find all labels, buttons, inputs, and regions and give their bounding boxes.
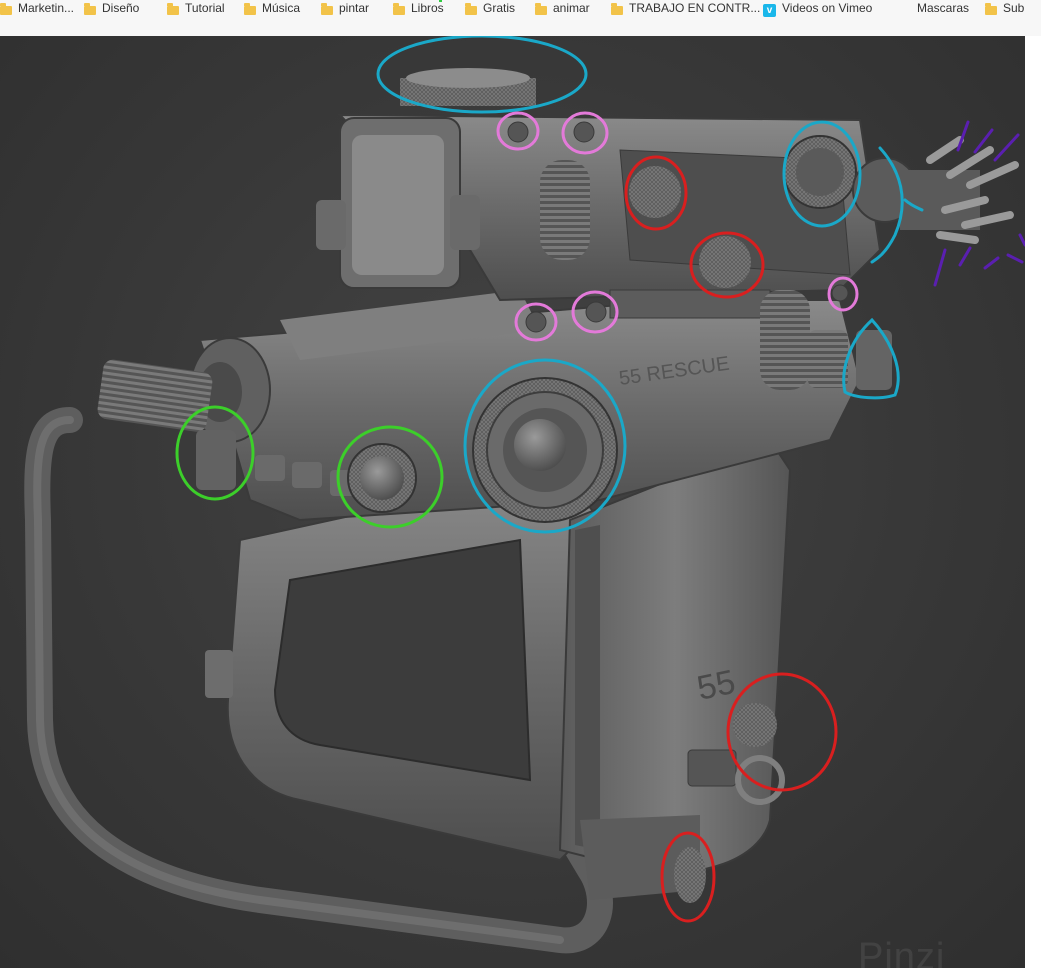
grip-number: 55 xyxy=(694,663,739,708)
bookmark-label: animar xyxy=(553,1,590,15)
folder-icon xyxy=(244,2,256,15)
folder-icon xyxy=(535,2,547,15)
folder-icon xyxy=(321,2,333,15)
bookmark-label: pintar xyxy=(339,1,370,15)
screw xyxy=(525,311,547,333)
stock-clip xyxy=(205,650,233,698)
bookmark-label: Libros xyxy=(411,1,444,15)
pistol-grip: 55 xyxy=(558,438,792,903)
bookmark-mascaras[interactable]: Mascaras xyxy=(917,0,969,20)
grip-knob-lower xyxy=(674,847,706,903)
screw xyxy=(585,301,607,323)
bookmark-pintar[interactable]: pintar xyxy=(321,0,369,20)
bookmark-libros[interactable]: Libros xyxy=(393,0,444,20)
bookmark-gratis[interactable]: Gratis xyxy=(465,0,515,20)
page-edge xyxy=(1025,36,1041,968)
bookmark-animar[interactable]: animar xyxy=(535,0,590,20)
bookmark-musica[interactable]: Música xyxy=(244,0,300,20)
bookmark-label: Videos on Vimeo xyxy=(782,1,873,15)
folder-icon xyxy=(167,2,179,15)
bookmark-diseno[interactable]: Diseño xyxy=(84,0,139,20)
grip-plate xyxy=(687,749,737,787)
screw xyxy=(831,284,849,302)
screw xyxy=(573,121,595,143)
bookmark-trabajo[interactable]: TRABAJO EN CONTR... xyxy=(611,0,760,20)
folder-icon xyxy=(985,2,997,15)
folder-icon xyxy=(611,2,623,15)
watermark: Pinzi xyxy=(858,936,946,968)
scope-knob-upper xyxy=(629,166,681,218)
bookmark-label: TRABAJO EN CONTR... xyxy=(629,1,761,15)
bookmark-label: Gratis xyxy=(483,1,516,15)
grip-knob-upper xyxy=(733,703,777,747)
bookmark-label: Tutorial xyxy=(185,1,225,15)
screw xyxy=(507,121,529,143)
vimeo-icon: v xyxy=(763,3,776,17)
folder-icon xyxy=(0,2,12,15)
folder-icon xyxy=(84,2,96,15)
bookmark-label: Diseño xyxy=(102,1,140,15)
bookmark-label: Sub xyxy=(1003,1,1025,15)
scope-screen xyxy=(352,135,444,275)
bookmarks-bar: Marketin... Diseño Tutorial Música pinta… xyxy=(0,0,1041,37)
scope-knob-lower xyxy=(699,236,751,288)
bookmark-sub[interactable]: Sub xyxy=(985,0,1024,20)
bookmark-label: Marketin... xyxy=(18,1,75,15)
folder-icon xyxy=(465,2,477,15)
gun-render: 55 55 RESCUE xyxy=(24,36,1025,954)
bookmark-label: Mascaras xyxy=(917,1,970,15)
status-dot xyxy=(439,0,442,2)
bookmark-marketing[interactable]: Marketin... xyxy=(0,0,74,20)
bookmark-tutorial[interactable]: Tutorial xyxy=(167,0,225,20)
bookmark-vimeo[interactable]: v Videos on Vimeo xyxy=(763,0,872,20)
side-dial xyxy=(472,377,618,523)
folder-icon xyxy=(393,2,405,15)
bookmark-label: Música xyxy=(262,1,301,15)
scope-grille xyxy=(540,160,590,260)
render-viewport: 55 55 RESCUE Pinzi xyxy=(0,36,1025,968)
